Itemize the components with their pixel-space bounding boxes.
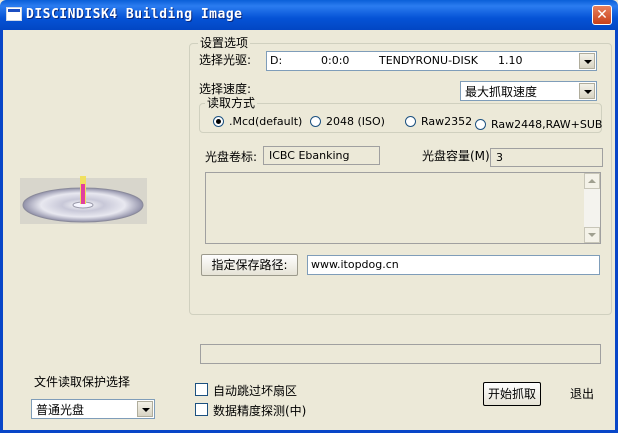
radio-raw2352[interactable] xyxy=(405,116,416,127)
scroll-down-icon[interactable] xyxy=(584,227,600,243)
save-path-button[interactable]: 指定保存路径: xyxy=(201,254,298,276)
radio-mcd-label: .Mcd(default) xyxy=(229,115,303,128)
start-button-label: 开始抓取 xyxy=(487,387,536,401)
drive-id: 0:0:0 xyxy=(321,54,350,67)
speed-label: 选择速度: xyxy=(199,82,252,96)
capacity-label: 光盘容量(M): xyxy=(422,149,494,163)
capacity-field: 3 xyxy=(490,148,603,167)
chevron-down-icon[interactable] xyxy=(137,401,153,417)
radio-raw2352-label: Raw2352 xyxy=(421,115,473,128)
window-title: DISCINDISK4 Building Image xyxy=(26,7,243,22)
save-path-button-label: 指定保存路径: xyxy=(211,258,288,272)
exit-button[interactable]: 退出 xyxy=(560,382,604,406)
volume-field: ICBC Ebanking xyxy=(263,146,380,165)
radio-iso[interactable] xyxy=(310,116,321,127)
scroll-up-icon[interactable] xyxy=(584,173,600,189)
volume-label: 光盘卷标: xyxy=(205,150,258,164)
chevron-down-icon[interactable] xyxy=(579,53,595,69)
drive-letter: D: xyxy=(270,54,283,67)
radio-iso-label: 2048 (ISO) xyxy=(326,115,385,128)
settings-group-label: 设置选项 xyxy=(198,36,251,50)
capacity-value: 3 xyxy=(496,151,503,164)
app-icon xyxy=(6,7,22,21)
speed-select[interactable]: 最大抓取速度 xyxy=(460,81,597,101)
protect-value: 普通光盘 xyxy=(36,403,85,417)
skip-bad-checkbox[interactable] xyxy=(195,383,208,396)
radio-mcd[interactable] xyxy=(213,116,224,127)
drive-label: 选择光驱: xyxy=(199,53,252,67)
speed-value: 最大抓取速度 xyxy=(465,85,538,99)
exit-button-label: 退出 xyxy=(569,387,594,401)
drive-rev: 1.10 xyxy=(498,54,523,67)
close-button[interactable]: ✕ xyxy=(592,5,612,25)
drive-select[interactable]: D: 0:0:0 TENDYRONU-DISK 1.10 xyxy=(266,51,597,71)
radio-raw2448-label: Raw2448,RAW+SUB xyxy=(491,118,603,131)
save-path-value: www.itopdog.cn xyxy=(311,258,399,271)
start-button[interactable]: 开始抓取 xyxy=(483,382,541,406)
protect-label: 文件读取保护选择 xyxy=(34,375,131,389)
skip-bad-label: 自动跳过坏扇区 xyxy=(213,384,298,398)
drive-model: TENDYRONU-DISK xyxy=(379,54,478,67)
read-mode-label: 读取方式 xyxy=(205,96,258,110)
log-textarea[interactable] xyxy=(205,172,601,244)
disc-image xyxy=(20,170,147,224)
precision-label: 数据精度探测(中) xyxy=(213,404,307,418)
save-path-input[interactable]: www.itopdog.cn xyxy=(307,255,600,275)
protect-select[interactable]: 普通光盘 xyxy=(31,399,155,419)
precision-checkbox[interactable] xyxy=(195,403,208,416)
radio-raw2448[interactable] xyxy=(475,119,486,130)
volume-value: ICBC Ebanking xyxy=(269,149,350,162)
progress-bar xyxy=(200,344,601,364)
chevron-down-icon[interactable] xyxy=(579,83,595,99)
